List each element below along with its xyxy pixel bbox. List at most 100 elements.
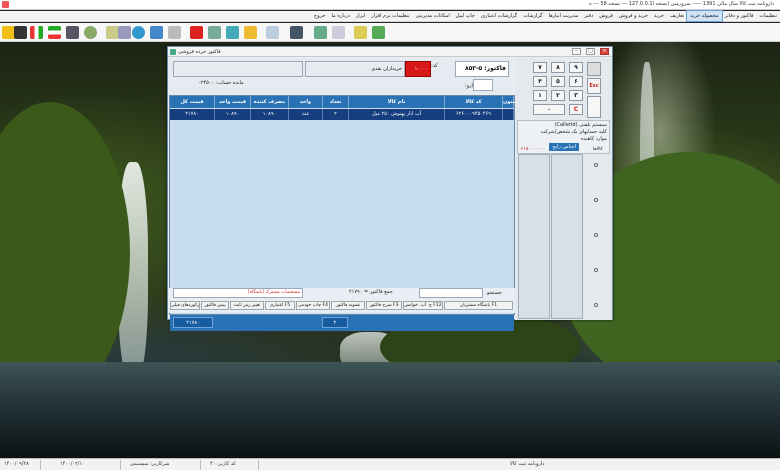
chart-icon[interactable] xyxy=(314,26,327,39)
menu-item-buy[interactable]: خرید xyxy=(651,11,667,21)
col-unit-price[interactable]: قیمت واحد xyxy=(215,96,251,108)
option-reducers[interactable]: موارد کاهنده xyxy=(581,135,607,143)
key-0[interactable]: ۰ xyxy=(533,104,565,115)
customer-code-field[interactable]: ۱۰۰۰۰ xyxy=(405,61,431,77)
maximize-icon[interactable]: □ xyxy=(586,48,595,55)
radio-1[interactable] xyxy=(594,163,598,167)
tools-icon[interactable] xyxy=(290,26,303,39)
status-user: شرکاربر: سیستمی xyxy=(130,461,170,467)
key-1[interactable]: ۱ xyxy=(533,90,547,101)
cell-row-marker[interactable] xyxy=(503,109,514,120)
menu-item-purchase-collection[interactable]: محصوله خرید xyxy=(686,10,723,22)
cell-unit[interactable]: عدد xyxy=(289,109,323,120)
menu-item-invoices[interactable]: فاکتور و دفاتر xyxy=(722,11,757,21)
barcode-read-button[interactable]: ج. آپ. خوانش F12 xyxy=(403,301,443,310)
menu-item-settings[interactable]: تنظیمات xyxy=(756,11,780,21)
cell-code[interactable]: ۶۲۶۰۰۰۹۴۵۰۴۶۹ xyxy=(445,109,503,120)
status-date-2: ۱۴۰۰/۰۲/۱۰ xyxy=(60,461,85,467)
menu-item-tools[interactable]: ابزار xyxy=(353,11,368,21)
weight-input[interactable] xyxy=(473,79,493,91)
search-label: جستجو xyxy=(487,290,502,296)
menu-item-ledger[interactable]: دفتر xyxy=(581,11,596,21)
customer-club-button[interactable]: باشگاه مشتریان F1 xyxy=(444,301,513,310)
calculator-icon[interactable] xyxy=(587,62,601,76)
member-info-field[interactable]: مشخصات مشترک [باشگاه] xyxy=(173,288,303,298)
search-icon[interactable] xyxy=(168,26,181,39)
col-row[interactable]: ستون xyxy=(503,96,517,108)
menu-item-software-settings[interactable]: تنظیمات نرم افزار xyxy=(368,11,412,21)
prev-records-button[interactable]: رکوردهای قبلی xyxy=(170,301,200,310)
cell-qty[interactable]: ۲ xyxy=(323,109,349,120)
radio-column xyxy=(584,154,594,319)
download-icon[interactable] xyxy=(372,26,385,39)
key-8[interactable]: ۸ xyxy=(551,62,565,73)
settle-invoice-button[interactable]: تسویه فاکتور xyxy=(331,301,365,310)
goods-column-1[interactable] xyxy=(518,154,550,319)
radio-4[interactable] xyxy=(594,268,598,272)
gear-icon[interactable] xyxy=(84,26,97,39)
auto-print-button[interactable]: چاپ خودمی F4 xyxy=(296,301,330,310)
transfer-icon[interactable] xyxy=(150,26,163,39)
key-2[interactable]: ۲ xyxy=(551,90,565,101)
box-icon[interactable] xyxy=(226,26,239,39)
radio-5[interactable] xyxy=(594,303,598,307)
key-c-icon[interactable]: C xyxy=(569,104,583,115)
pencil-icon[interactable] xyxy=(354,26,367,39)
col-name[interactable]: نام کالا xyxy=(349,96,445,108)
goods-column-2[interactable] xyxy=(551,154,583,319)
key-7[interactable]: ۷ xyxy=(533,62,547,73)
invoice-desc-button[interactable]: شرح فاکتور F3 xyxy=(366,301,402,310)
close-icon[interactable]: × xyxy=(600,48,609,55)
clean-icon[interactable] xyxy=(208,26,221,39)
credit-button[interactable]: اعتباری F5 xyxy=(265,301,295,310)
menu-item-reports[interactable]: گزارشات xyxy=(520,11,545,21)
cell-consumer[interactable]: ۱۰۸۹۰ xyxy=(251,109,289,120)
document-icon[interactable] xyxy=(266,26,279,39)
menu-item-credit-reports[interactable]: گزارشات اعتباری xyxy=(478,11,520,21)
iran-flag-icon[interactable] xyxy=(48,26,61,39)
customer-name-field[interactable]: خریداران نقدی xyxy=(305,61,405,77)
menu-item-warehouses[interactable]: مدیریت انبارها xyxy=(546,11,582,21)
calculator-icon[interactable] xyxy=(66,26,79,39)
change-password-button[interactable]: تغییر رمز ثابت xyxy=(230,301,264,310)
menu-item-admin-tools[interactable]: امکانات مدیریتی xyxy=(413,11,453,21)
minimize-icon[interactable]: – xyxy=(572,48,581,55)
menu-item-about[interactable]: درباره ما xyxy=(329,11,353,21)
key-9[interactable]: ۹ xyxy=(569,62,583,73)
brush-icon[interactable] xyxy=(244,26,257,39)
menu-item-label-print[interactable]: چاپ لیبل xyxy=(453,11,478,21)
col-code[interactable]: کد کالا xyxy=(445,96,503,108)
print-icon[interactable] xyxy=(118,26,131,39)
pre-invoice-button[interactable]: پیش فاکتور xyxy=(201,301,229,310)
key-5[interactable]: ۵ xyxy=(551,76,565,87)
radio-3[interactable] xyxy=(594,233,598,237)
menu-item-exit[interactable]: خروج xyxy=(311,11,329,21)
menu-item-definitions[interactable]: تعاریف xyxy=(667,11,687,21)
invoice-items-table: قیمت کل قیمت واحد مصرف کننده واحد تعداد … xyxy=(169,95,517,331)
option-common-goods[interactable]: اجناس رایج xyxy=(549,143,579,151)
col-unit[interactable]: واحد xyxy=(289,96,323,108)
cell-name[interactable]: آب انار پهنوش ۲۵۰ میل xyxy=(349,109,445,120)
col-total-price[interactable]: قیمت کل xyxy=(170,96,215,108)
cell-unit-price[interactable]: ۱۰۸۹۰ xyxy=(215,109,251,120)
cell-total[interactable]: ۲۱۷۸۰ xyxy=(170,109,215,120)
invoice-number-field[interactable]: فاکتور: ۵-۸۵۳ xyxy=(455,61,509,77)
radio-2[interactable] xyxy=(594,198,598,202)
flag-icon[interactable] xyxy=(30,26,43,39)
enter-key-icon[interactable] xyxy=(587,96,601,118)
customer-extra-field[interactable] xyxy=(173,61,303,77)
refresh-icon[interactable] xyxy=(132,26,145,39)
delete-icon[interactable] xyxy=(190,26,203,39)
status-divider xyxy=(40,460,41,470)
key-6[interactable]: ۶ xyxy=(569,76,583,87)
monitor-icon[interactable] xyxy=(14,26,27,39)
key-4[interactable]: ۴ xyxy=(533,76,547,87)
menu-item-sell[interactable]: فروش xyxy=(596,11,616,21)
key-esc[interactable]: Esc xyxy=(587,78,601,94)
key-3[interactable]: ۳ xyxy=(569,90,583,101)
col-qty[interactable]: تعداد xyxy=(323,96,349,108)
checklist-icon[interactable] xyxy=(332,26,345,39)
menu-item-buy-sell[interactable]: خرید و فروش xyxy=(616,11,651,21)
col-consumer-price[interactable]: مصرف کننده xyxy=(251,96,289,108)
search-input[interactable] xyxy=(419,288,483,298)
